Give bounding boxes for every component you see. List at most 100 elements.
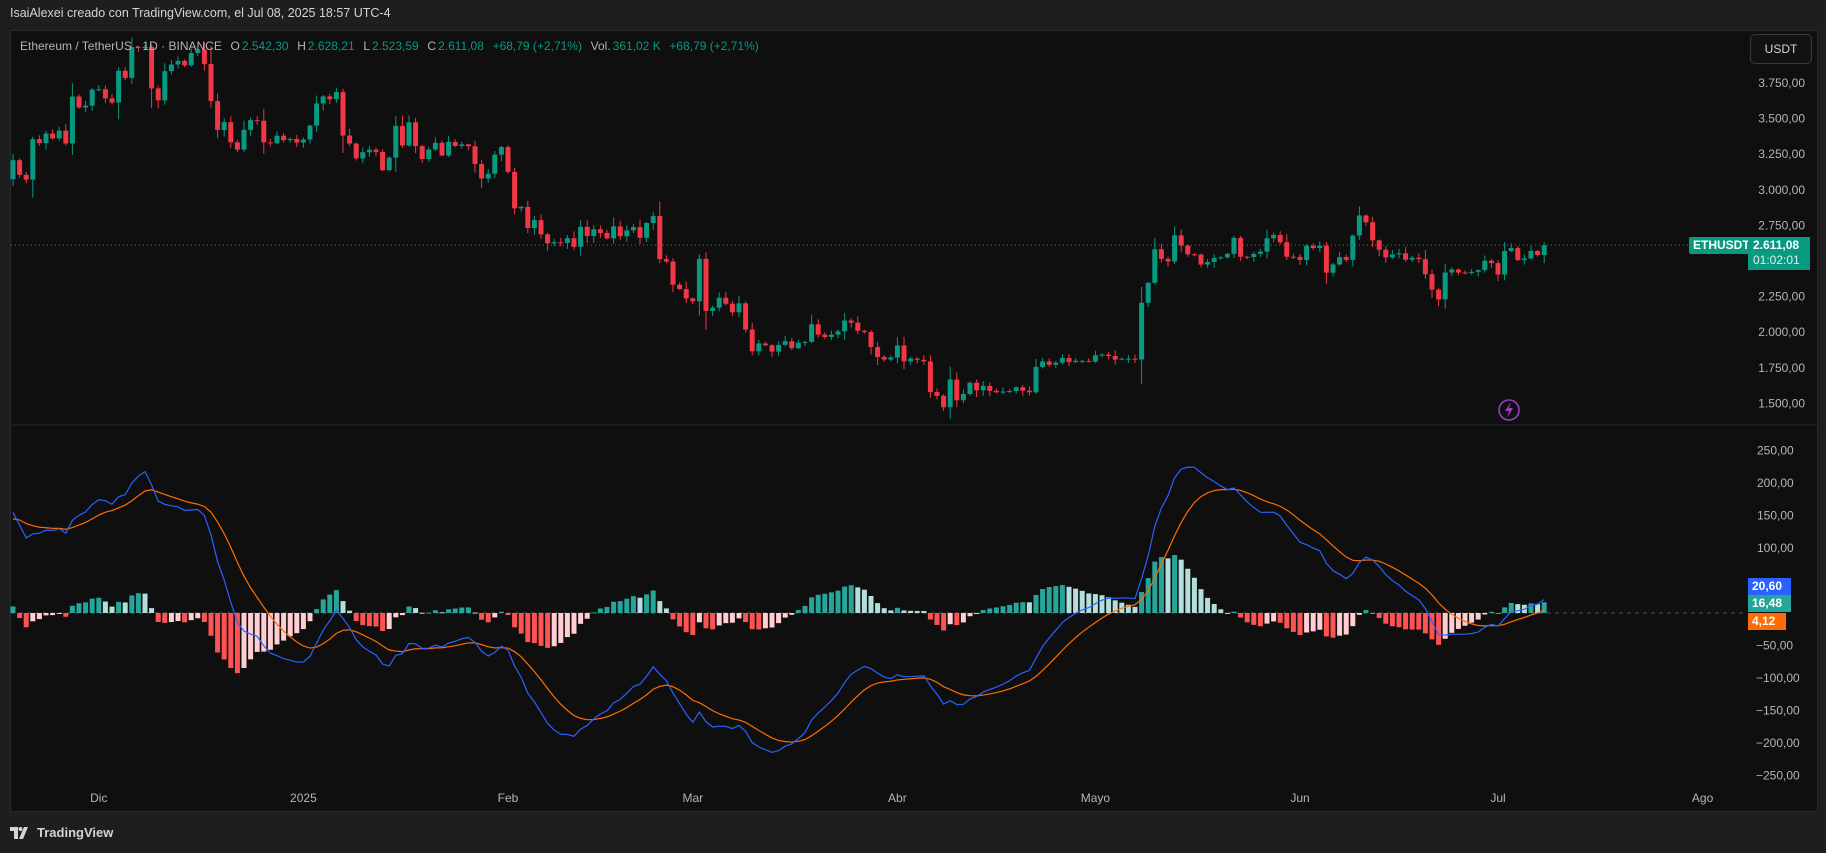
candle-body [241, 129, 247, 150]
currency-button[interactable]: USDT [1750, 34, 1812, 64]
candle-body [1356, 215, 1362, 236]
candle [452, 139, 458, 148]
candle [413, 117, 419, 154]
candle-body [294, 138, 300, 143]
candle [1277, 231, 1283, 245]
candle-body [307, 125, 313, 140]
histogram-bar [1185, 568, 1191, 613]
candle-body [551, 242, 557, 244]
candle-body [987, 385, 993, 391]
histogram-bar [248, 613, 254, 660]
candle [1508, 243, 1514, 253]
candle-body [512, 171, 518, 209]
histogram-bar [56, 613, 62, 614]
candle [1198, 253, 1204, 268]
histogram-bar [373, 613, 379, 627]
candle-body [1264, 238, 1270, 252]
candle [954, 372, 960, 408]
candle [1271, 232, 1277, 243]
histogram-bar [1106, 597, 1112, 613]
candle [901, 336, 907, 370]
tradingview-footer[interactable]: TradingView [10, 825, 113, 840]
histogram-bar [644, 594, 650, 613]
histogram-bar [789, 613, 795, 615]
histogram-bar [472, 612, 478, 614]
candle-body [281, 135, 287, 141]
histogram-bar [1403, 613, 1409, 630]
histogram-bar [1099, 595, 1105, 613]
candle-body [261, 120, 267, 143]
candle [1535, 250, 1541, 257]
candle-body [1429, 274, 1435, 290]
candle [479, 160, 485, 188]
histogram-bar [1350, 613, 1356, 627]
candle-body [683, 289, 689, 299]
candle [934, 388, 940, 400]
candle-body [518, 206, 524, 209]
candle [1092, 350, 1098, 363]
candle [281, 133, 287, 143]
candle-body [1277, 234, 1283, 243]
histogram-bar [221, 613, 227, 660]
symbol-title[interactable]: Ethereum / TetherUS · 1D · BINANCE [20, 39, 222, 53]
histogram-bar [1026, 602, 1032, 613]
candle [1185, 244, 1191, 257]
histogram-bar [611, 601, 617, 613]
histogram-bar [281, 613, 287, 641]
candle [116, 67, 122, 120]
candle [254, 116, 260, 126]
volume-label: Vol. [590, 39, 611, 53]
candle [155, 85, 161, 109]
candle [492, 150, 498, 179]
lightning-alert-icon[interactable] [1498, 399, 1520, 421]
histogram-bar [1033, 594, 1039, 613]
symbol-legend: Ethereum / TetherUS · 1D · BINANCE O 2.54… [20, 39, 761, 53]
candle [175, 56, 181, 69]
candle-body [69, 96, 75, 144]
candle-body [1482, 260, 1488, 271]
candle-body [465, 144, 471, 147]
candle-body [1020, 387, 1026, 391]
histogram-bar [1198, 589, 1204, 613]
time-tick-label: Dic [90, 791, 107, 805]
histogram-bar [1383, 613, 1389, 624]
histogram-bar [340, 601, 346, 613]
histogram-bar [630, 596, 636, 613]
chart-canvas[interactable]: 3.750,00 3.500,00 3.250,00 3.000,00 2.750,00… [0, 0, 1826, 853]
histogram-bar [135, 593, 141, 613]
candle-body [116, 70, 122, 103]
histogram-bar [182, 613, 188, 623]
candle [822, 332, 828, 339]
histogram-bar [782, 613, 788, 618]
histogram-bar [848, 585, 854, 613]
candle [795, 339, 801, 350]
candle-body [927, 361, 933, 393]
candle [426, 147, 432, 162]
histogram-bar [1007, 604, 1013, 613]
candle [855, 316, 861, 335]
candle [1191, 253, 1197, 257]
candle-body [696, 258, 702, 302]
histogram-bar [875, 603, 881, 613]
price-tick-label: 3.500,00 [1758, 112, 1805, 126]
candle-body [848, 320, 854, 323]
candle-body [1297, 256, 1303, 261]
histogram-bar [1165, 558, 1171, 613]
candle [162, 63, 168, 105]
histogram-bar [320, 599, 326, 613]
histogram-bar [479, 613, 485, 620]
candle-body [835, 331, 841, 335]
candle [1152, 238, 1158, 285]
histogram-bar [1475, 613, 1481, 620]
candle [703, 252, 709, 330]
candle [1251, 251, 1257, 262]
candle-body [538, 220, 544, 235]
candle-body [809, 324, 815, 342]
candle [76, 94, 82, 109]
macd-tick-label: 100,00 [1757, 541, 1794, 555]
candle-body [663, 259, 669, 262]
candle [419, 144, 425, 163]
candle-body [1244, 256, 1250, 258]
time-tick-label: Feb [498, 791, 519, 805]
histogram-bar [1251, 613, 1257, 625]
